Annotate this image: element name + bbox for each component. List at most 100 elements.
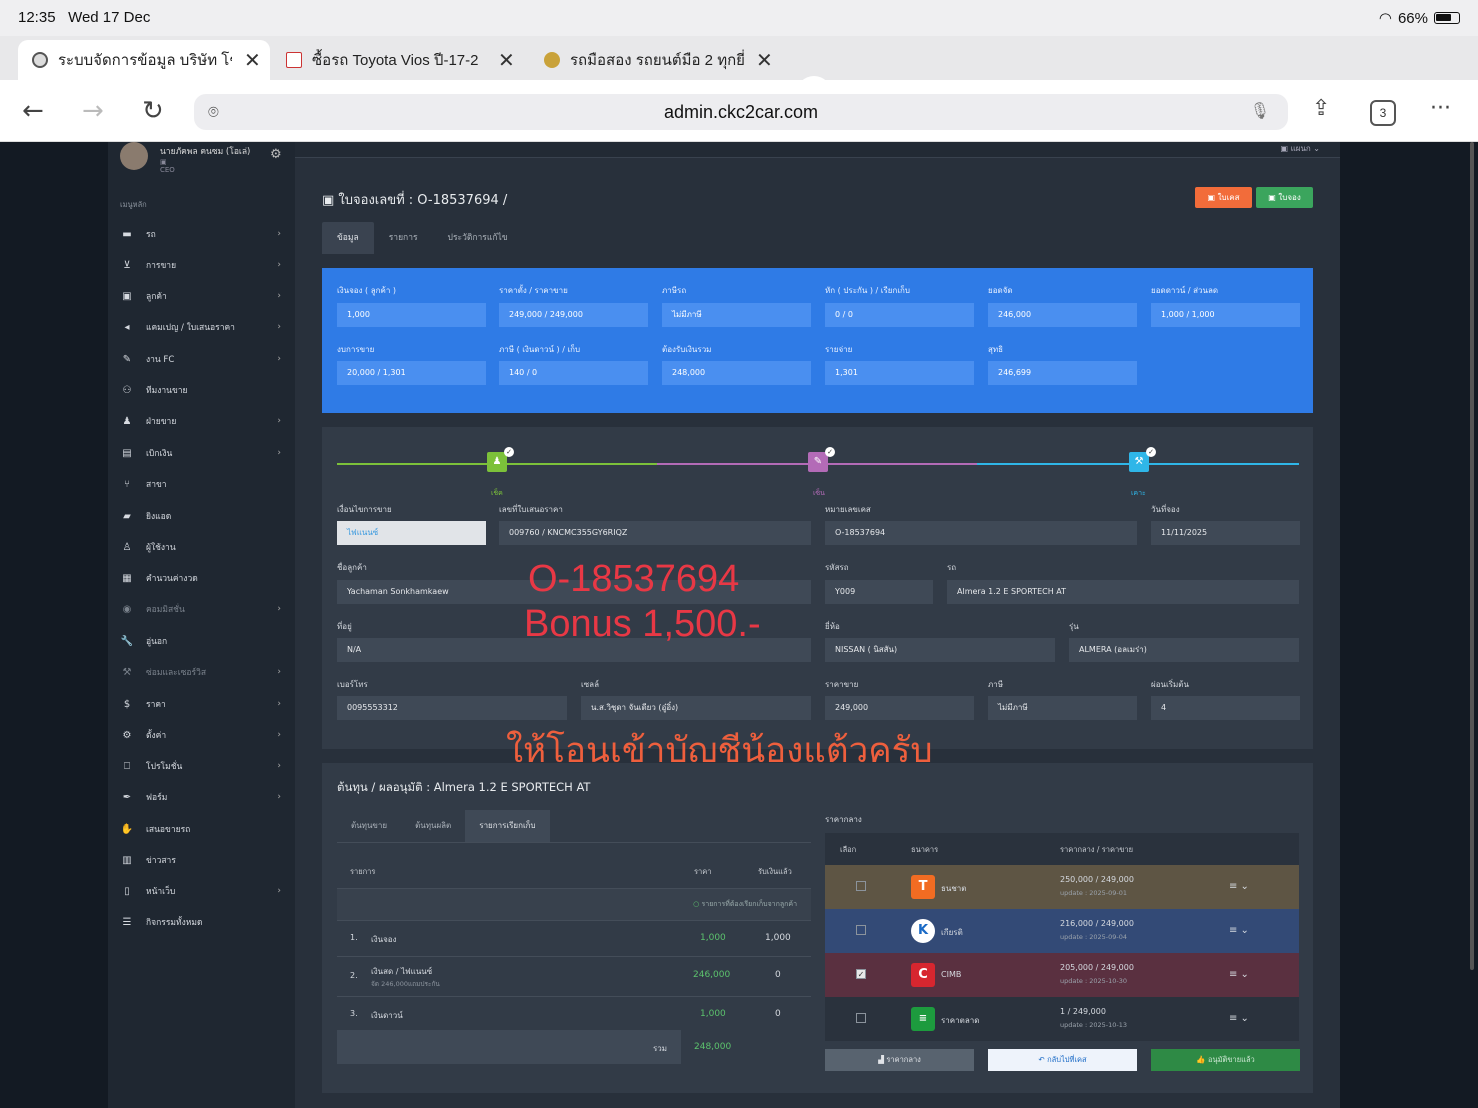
tab-items[interactable]: รายการ: [374, 222, 433, 254]
sidebar-item-price[interactable]: $ ราคา ›: [120, 694, 285, 714]
bank-row[interactable]: ✓ C CIMB 205,000 / 249,000 update : 2025…: [825, 953, 1299, 997]
tab-charges[interactable]: รายการเรียกเก็บ: [465, 810, 550, 842]
menu-icon[interactable]: ≡ ⌄: [1229, 969, 1249, 980]
browser-tab-3[interactable]: รถมือสอง รถยนต์มือ 2 ทุกยี่ ✕: [530, 40, 786, 80]
browser-tabbar: ระบบจัดการข้อมูล บริษัท โช ✕ ซื้อรถ Toyo…: [0, 36, 1478, 112]
select-checkbox[interactable]: [856, 881, 866, 891]
sidebar-item-car[interactable]: ▬ รถ ›: [120, 224, 285, 244]
summary-value: 246,000: [988, 303, 1137, 327]
menu-icon[interactable]: ≡ ⌄: [1229, 1013, 1249, 1024]
sidebar-item-news[interactable]: ▥ ข่าวสาร: [120, 850, 285, 870]
field-label: รุ่น: [1069, 622, 1079, 631]
sale-condition-field[interactable]: ไฟแนนซ์: [337, 521, 486, 545]
select-checkbox[interactable]: [856, 1013, 866, 1023]
row-price: 1,000: [700, 1009, 726, 1019]
share-icon[interactable]: ⇪: [1312, 96, 1330, 121]
tools-icon: ⚒: [122, 666, 132, 678]
close-tab-icon[interactable]: ✕: [498, 48, 515, 73]
select-checkbox[interactable]: [856, 925, 866, 935]
camera-icon[interactable]: ⌾: [208, 94, 219, 130]
microphone-icon[interactable]: 🎙: [1250, 94, 1270, 130]
sidebar-item-garage[interactable]: 🔧 อู่นอก: [120, 631, 285, 651]
sales-field[interactable]: น.ส.วิชุดา จันเดียว (อู๋อิ๋ง): [581, 696, 811, 720]
sidebar-item-ads[interactable]: ▰ ยิงแอด: [120, 506, 285, 526]
select-checkbox[interactable]: ✓: [856, 969, 866, 979]
close-tab-icon[interactable]: ✕: [244, 48, 261, 73]
sidebar-item-commission[interactable]: ◉ คอมมิสชั่น ›: [120, 599, 285, 619]
tab-sale-cost[interactable]: ต้นทุนขาย: [337, 810, 401, 842]
market-price-logo-icon: ≡: [911, 1007, 935, 1031]
car-code-field[interactable]: Y009: [825, 580, 933, 604]
close-tab-icon[interactable]: ✕: [756, 48, 773, 73]
scrollbar[interactable]: [1470, 142, 1474, 970]
back-to-case-button[interactable]: ↶ กลับไปที่เคส: [988, 1049, 1137, 1071]
menu-icon[interactable]: ≡ ⌄: [1229, 925, 1249, 936]
case-doc-button[interactable]: ▣ ใบเคส: [1195, 187, 1252, 208]
sidebar-item-sales[interactable]: ⊻ การขาย ›: [120, 255, 285, 275]
bank-name: เกียรติ: [941, 928, 963, 937]
sidebar-item-calculator[interactable]: ▦ คำนวนค่างวด: [120, 568, 285, 588]
row-price: 246,000: [693, 970, 731, 980]
price-field[interactable]: 249,000: [825, 696, 974, 720]
sidebar-item-withdraw[interactable]: ▤ เบิกเงิน ›: [120, 443, 285, 463]
approve-sale-button[interactable]: 👍 อนุมัติขายแล้ว: [1151, 1049, 1300, 1071]
sidebar-item-branch[interactable]: ⑂ สาขา: [120, 474, 285, 494]
url-field[interactable]: ⌾ admin.ckc2car.com 🎙: [194, 94, 1288, 130]
bank-update: update : 2025-10-13: [1060, 1021, 1127, 1029]
sidebar-item-service[interactable]: ⚒ ซ่อมและเซอร์วิส ›: [120, 662, 285, 682]
tab-prod-cost[interactable]: ต้นทุนผลิต: [401, 810, 465, 842]
case-no-field[interactable]: O-18537694: [825, 521, 1137, 545]
sidebar-item-activities[interactable]: ☰ กิจกรรมทั้งหมด: [120, 912, 285, 932]
back-icon[interactable]: ←: [22, 96, 44, 126]
sidebar-item-form[interactable]: ✒ ฟอร์ม ›: [120, 787, 285, 807]
sidebar-item-sales-team[interactable]: ⚇ ทีมงานขาย: [120, 380, 285, 400]
model-field[interactable]: ALMERA (อลเมร่า): [1069, 638, 1299, 662]
sidebar-item-promotion[interactable]: ⎕ โปรโมชั่น ›: [120, 756, 285, 776]
field-label: เงื่อนไขการขาย: [337, 505, 392, 514]
department-label[interactable]: ▣ แผนก ⌄: [1280, 144, 1320, 153]
sidebar-item-offer-car[interactable]: ✋ เสนอขายรถ: [120, 819, 285, 839]
sidebar-item-users[interactable]: ♙ ผู้ใช้งาน: [120, 537, 285, 557]
sidebar-item-campaign[interactable]: ◂ แคมเปญ / ใบเสนอราคา ›: [120, 317, 285, 337]
chevron-right-icon: ›: [277, 354, 281, 364]
sidebar-item-settings[interactable]: ⚙ ตั้งค่า ›: [120, 725, 285, 745]
sidebar-item-fc[interactable]: ✎ งาน FC ›: [120, 349, 285, 369]
cog-icon: ⚙: [122, 729, 132, 741]
browser-tab-1[interactable]: ระบบจัดการข้อมูล บริษัท โช ✕: [18, 40, 270, 80]
booking-date-field[interactable]: 11/11/2025: [1151, 521, 1300, 545]
bank-row[interactable]: K เกียรติ 216,000 / 249,000 update : 202…: [825, 909, 1299, 953]
bank-row[interactable]: T ธนชาต 250,000 / 249,000 update : 2025-…: [825, 865, 1299, 909]
more-icon[interactable]: ···: [1430, 96, 1451, 121]
forward-icon[interactable]: →: [82, 96, 104, 126]
reload-icon[interactable]: ↻: [142, 96, 164, 126]
tab-history[interactable]: ประวัติการแก้ไข: [433, 222, 523, 254]
user-icon: ♙: [122, 541, 132, 553]
booking-doc-button[interactable]: ▣ ใบจอง: [1256, 187, 1313, 208]
sidebar-item-sales-dept[interactable]: ♟ ฝ่ายขาย ›: [120, 411, 285, 431]
brand-field[interactable]: NISSAN ( นิสสัน): [825, 638, 1055, 662]
tab-info[interactable]: ข้อมูล: [322, 222, 374, 254]
status-right: ◠ 66%: [1379, 9, 1460, 27]
phone-field[interactable]: 0095553312: [337, 696, 567, 720]
battery-percent: 66%: [1397, 9, 1428, 27]
row-name: เงินดาวน์: [371, 1011, 403, 1020]
car-field[interactable]: Almera 1.2 E SPORTECH AT: [947, 580, 1299, 604]
bank-row[interactable]: ≡ ราคาตลาด 1 / 249,000 update : 2025-10-…: [825, 997, 1299, 1041]
row-received: 0: [775, 1009, 781, 1019]
chevron-right-icon: ›: [277, 322, 281, 332]
sidebar-item-customers[interactable]: ▣ ลูกค้า ›: [120, 286, 285, 306]
summary-value: 249,000 / 249,000: [499, 303, 648, 327]
chevron-right-icon: ›: [277, 229, 281, 239]
sidebar-item-website[interactable]: ▯ หน้าเว็บ ›: [120, 881, 285, 901]
tax-field[interactable]: ไม่มีภาษี: [988, 696, 1137, 720]
tab-count-button[interactable]: 3: [1370, 100, 1396, 126]
mid-price-button[interactable]: ▟ ราคากลาง: [825, 1049, 974, 1071]
menu-icon[interactable]: ≡ ⌄: [1229, 881, 1249, 892]
avatar[interactable]: [120, 142, 148, 170]
installment-field[interactable]: 4: [1151, 696, 1300, 720]
gear-icon[interactable]: ⚙: [270, 147, 282, 162]
browser-tab-2[interactable]: ซื้อรถ Toyota Vios ปี-17-2 ✕: [272, 40, 528, 80]
overlay-case-no: O-18537694: [528, 558, 740, 600]
quote-no-field[interactable]: 009760 / KNCMC355GY6RIQZ: [499, 521, 811, 545]
cost-tabs: ต้นทุนขาย ต้นทุนผลิต รายการเรียกเก็บ: [337, 810, 550, 842]
